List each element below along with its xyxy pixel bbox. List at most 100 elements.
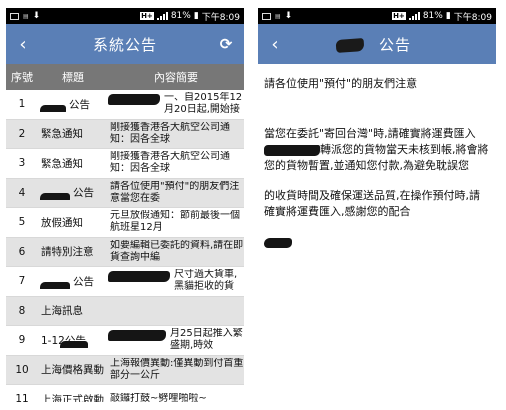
row-title-text: 上海正式啟動 <box>41 393 104 402</box>
row-title: 1-12公告 <box>38 333 108 348</box>
row-summary-text: 剛接獲香港各大航空公司通知：因各全球 <box>110 121 230 145</box>
chevron-left-icon: ‹ <box>271 33 279 55</box>
table-row[interactable]: 11 上海正式啟動 敲鑼打鼓~劈哩啪啦~ <box>6 385 244 402</box>
row-title: 公告 <box>38 274 108 289</box>
battery-level: 81% <box>422 11 443 21</box>
row-title-text: 上海價格異動 <box>41 364 104 377</box>
row-number: 4 <box>18 186 26 199</box>
table-row[interactable]: 4 公告 請各位使用"預付"的朋友們注意當您在委 <box>6 178 244 208</box>
announcement-detail-screen: ▤ ⬇ H+ 81% ▮ 下午8:09 ‹ 公告 請各位使用"預付"的朋友們注意… <box>258 8 496 402</box>
app-bar: ‹ 公告 <box>258 24 496 64</box>
row-summary: 剛接獲香港各大航空公司通知：因各全球 <box>108 151 244 175</box>
table-row[interactable]: 7 公告 尺寸過大貨車,黑貓拒收的貨 <box>6 267 244 297</box>
image-notification-icon <box>262 12 271 20</box>
signal-icon <box>156 12 168 20</box>
redaction-mark <box>60 340 88 348</box>
row-title-text: 放假通知 <box>41 216 83 229</box>
row-summary: 剛接獲香港各大航空公司通知：因各全球 <box>108 122 244 146</box>
back-button[interactable]: ‹ <box>6 24 40 64</box>
row-summary: 尺寸過大貨車,黑貓拒收的貨 <box>108 269 244 293</box>
redaction-mark <box>108 330 166 342</box>
image-notification-icon <box>10 12 19 20</box>
row-summary: 如要編輯已委託的資料,請在即貨查詢中編 <box>108 240 244 264</box>
clock: 下午8:09 <box>453 12 492 23</box>
row-title: 緊急通知 <box>38 156 108 171</box>
row-number: 3 <box>18 157 26 170</box>
row-title: 公告 <box>38 97 108 112</box>
row-summary: 敲鑼打鼓~劈哩啪啦~ <box>108 393 244 402</box>
signal-icon <box>408 12 420 20</box>
refresh-icon: ⟳ <box>219 35 233 53</box>
notice-text: 當您在委託"寄回台灣"時,請確實將運費匯入 <box>264 127 476 140</box>
table-row[interactable]: 9 1-12公告月25日起推入繁盛期,時效 <box>6 326 244 356</box>
table-row[interactable]: 5 放假通知 元旦放假通知：節前最後一個航班星12月 <box>6 208 244 238</box>
network-type-icon: H+ <box>392 12 406 20</box>
row-title: 緊急通知 <box>38 126 108 141</box>
row-number: 6 <box>18 245 26 258</box>
row-summary-text: 請各位使用"預付"的朋友們注意當您在委 <box>110 180 240 204</box>
table-row[interactable]: 2 緊急通知 剛接獲香港各大航空公司通知：因各全球 <box>6 119 244 149</box>
row-summary-text: 剛接獲香港各大航空公司通知：因各全球 <box>110 151 230 175</box>
redaction-mark <box>335 38 365 53</box>
status-bar: ▤ ⬇ H+ 81% ▮ 下午8:09 <box>258 8 496 24</box>
table-row[interactable]: 3 緊急通知 剛接獲香港各大航空公司通知：因各全球 <box>6 149 244 179</box>
row-title: 上海價格異動 <box>38 362 108 377</box>
column-header-summary: 內容簡要 <box>154 71 198 84</box>
row-number: 2 <box>18 127 26 140</box>
row-title: 請特別注意 <box>38 244 108 259</box>
app-notification-icon: ▤ <box>23 12 29 20</box>
download-icon: ⬇ <box>284 11 293 21</box>
row-summary: 上海報價異動:僅異動到付首重部分一公斤 <box>108 358 244 382</box>
page-title: 系統公告 <box>92 35 157 54</box>
table-header: 序號 標題 內容簡要 <box>6 64 244 90</box>
row-number: 7 <box>18 275 26 288</box>
row-number: 9 <box>18 334 26 347</box>
announcement-list-screen: ▤ ⬇ H+ 81% ▮ 下午8:09 ‹ 系統公告 ⟳ 序號 標題 內容簡要 … <box>6 8 244 402</box>
column-header-number: 序號 <box>11 71 33 84</box>
row-title: 放假通知 <box>38 215 108 230</box>
announcement-table: 1 公告 一、自2015年12月20日起,開始接 2 緊急通知 剛接獲香港各大航空公司通知… <box>6 90 244 402</box>
row-summary-text: 如要編輯已委託的資料,請在即貨查詢中編 <box>110 239 244 263</box>
row-number: 10 <box>15 363 29 376</box>
notice-closing: 的收貨時間及確保運送品質,在操作預付時,請確實將運費匯入,感謝您的配合 <box>264 189 480 218</box>
redacted-signature <box>264 238 292 248</box>
row-number: 8 <box>18 304 26 317</box>
notice-paragraph: 當您在委託"寄回台灣"時,請確實將運費匯入 轉派您的貨物當天未核到帳,將會將您的… <box>264 126 490 174</box>
table-row[interactable]: 6 請特別注意 如要編輯已委託的資料,請在即貨查詢中編 <box>6 237 244 267</box>
page-title: 公告 <box>378 35 411 54</box>
announcement-content: 請各位使用"預付"的朋友們注意 當您在委託"寄回台灣"時,請確實將運費匯入 轉派… <box>258 64 496 248</box>
row-summary: 一、自2015年12月20日起,開始接 <box>108 92 244 116</box>
back-button[interactable]: ‹ <box>258 24 292 64</box>
battery-level: 81% <box>170 11 191 21</box>
app-notification-icon: ▤ <box>275 12 281 20</box>
row-title-text: 請特別注意 <box>41 246 94 259</box>
redaction-mark <box>108 271 170 283</box>
row-number: 1 <box>18 98 26 111</box>
row-summary-text: 敲鑼打鼓~劈哩啪啦~ <box>110 393 207 402</box>
redaction-mark <box>40 281 70 289</box>
redaction-mark <box>40 104 66 112</box>
battery-icon: ▮ <box>193 11 199 21</box>
redaction-mark <box>40 193 70 201</box>
app-bar: ‹ 系統公告 ⟳ <box>6 24 244 64</box>
table-row[interactable]: 1 公告 一、自2015年12月20日起,開始接 <box>6 90 244 120</box>
row-title: 上海訊息 <box>38 303 108 318</box>
row-summary-text: 元旦放假通知：節前最後一個航班星12月 <box>110 210 240 234</box>
row-summary: 元旦放假通知：節前最後一個航班星12月 <box>108 210 244 234</box>
table-row[interactable]: 10 上海價格異動 上海報價異動:僅異動到付首重部分一公斤 <box>6 355 244 385</box>
clock: 下午8:09 <box>201 12 240 23</box>
row-title: 公告 <box>38 185 108 201</box>
status-bar: ▤ ⬇ H+ 81% ▮ 下午8:09 <box>6 8 244 24</box>
refresh-button[interactable]: ⟳ <box>216 34 236 54</box>
row-number: 5 <box>18 216 26 229</box>
row-summary-text: 上海報價異動:僅異動到付首重部分一公斤 <box>110 357 244 381</box>
column-header-title: 標題 <box>62 71 84 84</box>
row-title-text: 緊急通知 <box>41 128 83 141</box>
download-icon: ⬇ <box>32 11 41 21</box>
row-summary: 月25日起推入繁盛期,時效 <box>108 328 244 352</box>
row-title-text: 緊急通知 <box>41 157 83 170</box>
redaction-mark <box>264 144 320 156</box>
table-row[interactable]: 8 上海訊息 <box>6 296 244 326</box>
redaction-mark <box>108 94 160 106</box>
row-summary: 請各位使用"預付"的朋友們注意當您在委 <box>108 181 244 205</box>
